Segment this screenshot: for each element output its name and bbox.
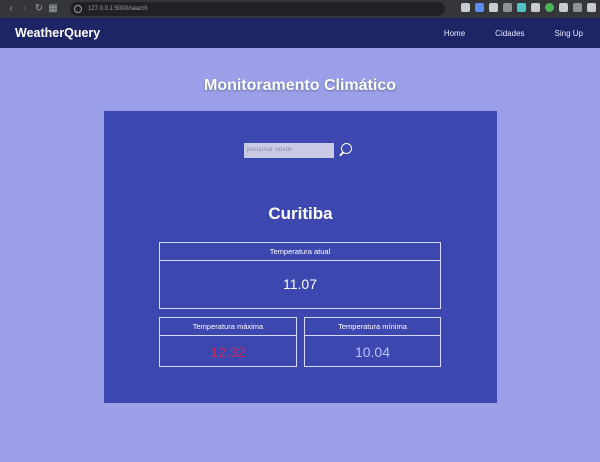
min-temperature-value: 10.04 [354, 344, 391, 360]
camera-icon[interactable] [461, 3, 470, 12]
max-temperature-box: Temperatura máxima 12.32 [159, 317, 297, 367]
address-url: 127.0.0.1:5000/search [88, 6, 148, 12]
extension-icon[interactable] [503, 3, 512, 12]
brand-logo[interactable]: WeatherQuery [15, 26, 100, 40]
globe-icon [74, 5, 82, 13]
browser-toolbar: ‹ › ↻ ▦ 127.0.0.1:5000/search [0, 0, 600, 18]
current-temperature-value: 11.07 [283, 276, 317, 292]
min-temperature-box: Temperatura mínima 10.04 [304, 317, 441, 367]
search-input[interactable] [244, 142, 334, 158]
max-temperature-value: 12.32 [210, 344, 246, 360]
extension-icon-3[interactable] [545, 3, 554, 12]
search-button[interactable] [338, 142, 354, 158]
max-temperature-label: Temperatura máxima [160, 318, 296, 336]
app-navbar: WeatherQuery Home Cidades Sing Up [0, 18, 600, 48]
current-temperature-label: Temperatura atual [160, 243, 440, 261]
reload-icon[interactable]: ↻ [32, 0, 46, 18]
pen-icon[interactable] [531, 3, 540, 12]
address-bar[interactable]: 127.0.0.1:5000/search [70, 2, 445, 16]
heart-icon[interactable] [489, 3, 498, 12]
menu-icon[interactable] [587, 3, 596, 12]
tab-grid-icon[interactable]: ▦ [46, 0, 60, 18]
extensions-area [461, 3, 596, 12]
page-title: Monitoramento Climático [203, 77, 396, 94]
download-icon[interactable] [573, 3, 582, 12]
forward-icon[interactable]: › [18, 0, 32, 18]
nav-links: Home Cidades Sing Up [414, 18, 583, 48]
current-temperature-box: Temperatura atual 11.07 [159, 242, 441, 309]
nav-link-home[interactable]: Home [444, 29, 465, 38]
shield-icon[interactable] [475, 3, 484, 12]
weather-card: Curitiba Temperatura atual 11.07 Tempera… [104, 111, 497, 403]
puzzle-icon[interactable] [559, 3, 568, 12]
search-bar [244, 142, 354, 158]
city-name: Curitiba [268, 204, 333, 223]
nav-link-signup[interactable]: Sing Up [555, 29, 583, 38]
min-temperature-label: Temperatura mínima [305, 318, 440, 336]
back-icon[interactable]: ‹ [4, 0, 18, 18]
nav-link-cidades[interactable]: Cidades [495, 29, 524, 38]
extension-icon-2[interactable] [517, 3, 526, 12]
